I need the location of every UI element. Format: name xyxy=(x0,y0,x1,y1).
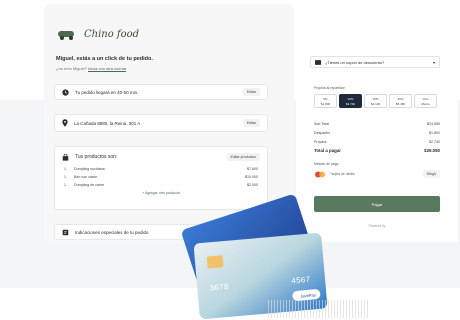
totals-label: Sub Total xyxy=(314,121,329,126)
totals-value: $2.740 xyxy=(429,139,440,144)
mastercard-icon xyxy=(315,171,325,177)
delivery-address: La Cañada 8980, la Reina. 301 A xyxy=(74,120,141,126)
tip-amount: $4.100 xyxy=(370,102,381,106)
edit-products-button[interactable]: Editar productos xyxy=(226,153,260,161)
products-list: 1 Dumpling suchiana $7.600 1 Bao con carn… xyxy=(55,165,267,189)
tip-amount: $5.480 xyxy=(395,102,406,106)
change-payment-button[interactable]: Elegir xyxy=(423,170,440,178)
address-card: La Cañada 8980, la Reina. 301 A Editar xyxy=(54,114,268,132)
product-name: Dumpling suchiana xyxy=(74,167,105,171)
product-qty: 1 xyxy=(64,167,66,171)
product-price: $10.000 xyxy=(245,175,258,179)
coupon-label: ¿Tienes un cupón de descuento? xyxy=(325,59,385,65)
product-qty: 1 xyxy=(64,183,66,187)
edit-address-button[interactable]: Editar xyxy=(242,119,260,127)
payment-method-value: Tarjeta de débito xyxy=(330,172,356,176)
greeting-subtitle-text: ¿no eres Miguel? xyxy=(56,66,87,71)
product-price: $7.600 xyxy=(247,167,258,171)
totals-row: Despacho $1.800 xyxy=(314,128,440,137)
product-name: Dumpling de carne xyxy=(74,183,105,187)
totals-summary: Sub Total $24.550 Despacho $1.800 Propina … xyxy=(314,119,440,155)
tip-option[interactable]: Otro Monto xyxy=(414,94,437,108)
chevron-down-icon: ▾ xyxy=(432,59,435,65)
tip-option[interactable]: 20% $5.480 xyxy=(389,94,412,108)
car-logo-icon xyxy=(58,31,74,40)
decorative-hatch xyxy=(268,300,368,318)
brand-logo: Chino food xyxy=(56,28,139,40)
coupon-dropdown[interactable]: ¿Tienes un cupón de descuento? ▾ xyxy=(310,56,440,68)
totals-value: $24.550 xyxy=(427,121,440,126)
edit-delivery-button[interactable]: Editar xyxy=(242,88,260,96)
greeting-title: Miguel, estás a un click de tu pedido. xyxy=(56,56,153,62)
product-row: 1 Dumpling suchiana $7.600 xyxy=(64,165,258,173)
tip-amount: $2.740 xyxy=(345,102,356,106)
tip-option[interactable]: 5% $1.800 xyxy=(314,94,337,108)
product-row: 1 Bao con carne $10.000 xyxy=(64,173,258,181)
product-qty: 1 xyxy=(64,175,66,179)
tip-option[interactable]: 10% $2.740 xyxy=(339,94,362,108)
grand-total-row: Total a pagar $29.050 xyxy=(314,146,440,155)
card-number-masked: 3678 xyxy=(209,283,229,294)
tip-amount: $1.800 xyxy=(320,102,331,106)
ticket-icon xyxy=(315,59,321,65)
grand-total-label: Total a pagar xyxy=(314,148,341,153)
tip-amount: Monto xyxy=(421,102,430,106)
totals-label: Despacho xyxy=(314,130,331,135)
product-name: Bao con carne xyxy=(74,175,98,179)
product-price: $2.000 xyxy=(247,183,258,187)
grand-total-value: $29.050 xyxy=(424,148,440,153)
tip-label: Propina al repartidor xyxy=(314,86,345,90)
totals-row: Sub Total $24.550 xyxy=(314,119,440,128)
totals-label: Propina xyxy=(314,139,327,144)
brand-name: Chino food xyxy=(84,28,140,40)
products-title: Tus productos son: xyxy=(75,154,118,160)
tip-options: 5% $1.800 10% $2.740 15% $4.100 20% $5.480 O… xyxy=(314,94,437,108)
note-icon xyxy=(62,229,69,235)
totals-row: Propina $2.740 xyxy=(314,137,440,146)
tip-option[interactable]: 15% $4.100 xyxy=(364,94,387,108)
delivery-card: Tu pedido llegará en 40-50 min. Editar xyxy=(54,84,268,100)
card-number: 4567 xyxy=(291,276,311,287)
switch-account-link[interactable]: Inicia con otra cuenta xyxy=(88,66,126,71)
totals-value: $1.800 xyxy=(429,130,440,135)
product-row: 1 Dumpling de carne $2.000 xyxy=(64,181,258,189)
payment-method-row: Tarjeta de débito Elegir xyxy=(314,170,440,178)
greeting-subtitle: ¿no eres Miguel? Inicia con otra cuenta xyxy=(56,66,126,71)
bag-icon xyxy=(62,153,69,161)
payment-method-label: Método de pago xyxy=(314,162,339,166)
chip-icon xyxy=(206,255,224,269)
location-pin-icon xyxy=(62,119,68,127)
clock-icon xyxy=(62,88,69,96)
delivery-eta: Tu pedido llegará en 40-50 min. xyxy=(75,89,139,95)
